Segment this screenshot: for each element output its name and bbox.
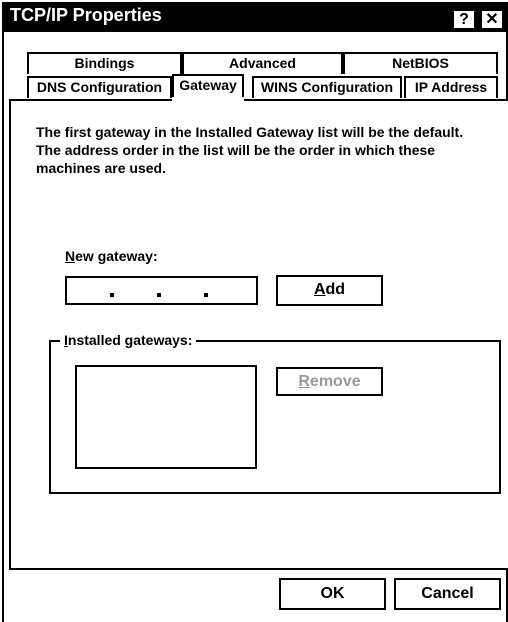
ip-separator-dot: [204, 293, 208, 297]
tab-gateway[interactable]: Gateway: [172, 74, 244, 99]
tab-label: Gateway: [179, 77, 237, 93]
gateway-description: The first gateway in the Installed Gatew…: [36, 123, 506, 177]
tab-label: Advanced: [229, 55, 296, 71]
description-line: The first gateway in the Installed Gatew…: [36, 124, 464, 140]
window-title: TCP/IP Properties: [10, 5, 162, 25]
installed-gateways-list[interactable]: [75, 365, 257, 469]
tab-netbios[interactable]: NetBIOS: [343, 52, 498, 74]
description-line: machines are used.: [36, 160, 166, 176]
tab-ip-address[interactable]: IP Address: [404, 76, 498, 98]
tab-label: IP Address: [414, 79, 488, 95]
cancel-button[interactable]: Cancel: [394, 578, 501, 610]
tab-label: NetBIOS: [392, 55, 449, 71]
description-line: The address order in the list will be th…: [36, 142, 436, 158]
close-button[interactable]: ✕: [480, 9, 504, 30]
tab-label: DNS Configuration: [36, 79, 163, 95]
remove-button: Remove: [276, 367, 383, 396]
close-icon: ✕: [485, 11, 499, 28]
tab-advanced[interactable]: Advanced: [182, 52, 343, 74]
tab-dns-configuration[interactable]: DNS Configuration: [27, 76, 172, 98]
new-gateway-label: New gateway:: [65, 248, 158, 264]
tab-label: Bindings: [74, 55, 135, 71]
ip-separator-dot: [157, 293, 161, 297]
installed-gateways-label: Installed gateways:: [60, 332, 197, 348]
ip-separator-dot: [110, 293, 114, 297]
new-gateway-ip-input[interactable]: [65, 276, 258, 305]
add-button[interactable]: Add: [276, 275, 383, 306]
tab-label: WINS Configuration: [260, 79, 394, 95]
tab-wins-configuration[interactable]: WINS Configuration: [252, 76, 402, 98]
active-tab-join: [172, 97, 244, 101]
tab-bindings[interactable]: Bindings: [27, 52, 182, 74]
ok-button[interactable]: OK: [279, 578, 386, 610]
help-button[interactable]: ?: [452, 9, 476, 30]
help-icon: ?: [459, 11, 469, 28]
